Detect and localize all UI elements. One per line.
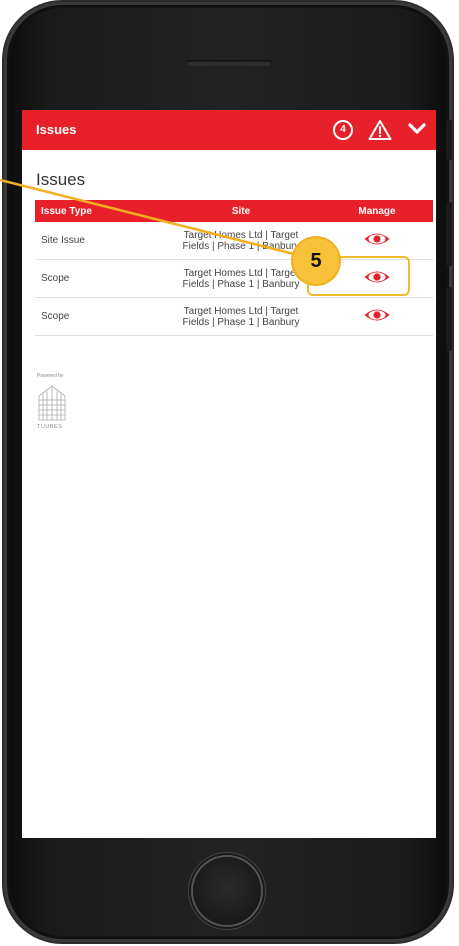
header-title: Issues	[36, 122, 77, 137]
eye-icon[interactable]	[363, 307, 391, 323]
issue-type-cell: Site Issue	[35, 222, 161, 260]
tuubes-logo-icon	[38, 385, 66, 421]
phone-side-button	[446, 120, 452, 160]
issue-type-cell: Scope	[35, 259, 161, 298]
site-line: Target Homes Ltd | Target	[183, 229, 299, 241]
eye-icon[interactable]	[363, 231, 391, 247]
site-line: Fields | Phase 1 | Banbury	[182, 316, 300, 328]
site-line: Fields | Phase 1 | Banbury	[182, 278, 300, 290]
tutorial-step-badge: 5	[293, 238, 339, 284]
phone-side-button	[446, 287, 452, 351]
tuubes-logo-text: TUUBES	[37, 424, 63, 430]
column-header-manage: Manage	[321, 200, 433, 222]
chevron-down-icon[interactable]	[407, 121, 427, 137]
issue-type-cell: Scope	[35, 297, 161, 336]
column-header-site: Site	[161, 200, 321, 222]
table-row: Scope Target Homes Ltd | Target Fields |…	[35, 297, 433, 336]
phone-side-button	[446, 202, 452, 266]
app-header: Issues 4	[22, 110, 436, 150]
column-header-issue-type: Issue Type	[35, 200, 161, 222]
phone-speaker	[186, 60, 272, 66]
home-button[interactable]	[193, 857, 261, 925]
site-cell: Target Homes Ltd | Target Fields | Phase…	[161, 297, 321, 336]
powered-by-label: Powered by	[37, 373, 64, 379]
table-row: Site Issue Target Homes Ltd | Target Fie…	[35, 222, 433, 260]
app-screen: Issues 4 Issues Issue Type Site Manage S…	[22, 110, 436, 838]
manage-cell	[321, 297, 433, 336]
powered-by-block: Powered by TUUBES	[37, 373, 77, 430]
site-line: Target Homes Ltd | Target	[183, 305, 299, 317]
table-header-row: Issue Type Site Manage	[35, 200, 433, 222]
page-heading: Issues	[36, 170, 86, 189]
alert-triangle-icon[interactable]	[368, 119, 392, 141]
notification-count-badge[interactable]: 4	[333, 120, 353, 140]
